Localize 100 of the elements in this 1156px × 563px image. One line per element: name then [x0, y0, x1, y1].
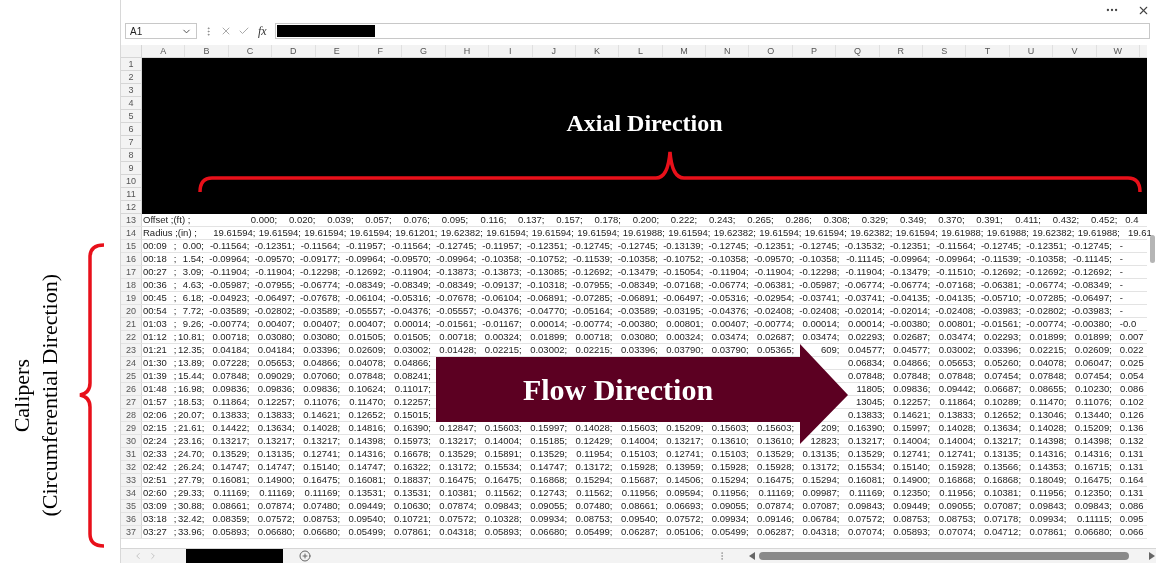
row-number[interactable]: 30 — [121, 435, 142, 447]
insert-function-button[interactable]: fx — [256, 22, 269, 40]
cell-value: 0.15928; — [710, 459, 749, 474]
column-header[interactable]: D — [272, 45, 316, 57]
column-header[interactable]: U — [1009, 45, 1054, 57]
row-number[interactable]: 32 — [121, 461, 142, 473]
formula-field[interactable] — [274, 23, 1150, 39]
cell-value: 0.07480; — [302, 498, 341, 513]
row-number[interactable]: 6 — [121, 123, 142, 136]
row-number[interactable]: 14 — [121, 227, 142, 239]
row-number[interactable]: 16 — [121, 253, 142, 265]
column-header[interactable]: O — [749, 45, 793, 57]
add-sheet-icon[interactable] — [299, 550, 311, 562]
column-header[interactable]: H — [445, 45, 490, 57]
cell-value: 0.126 — [1118, 407, 1144, 422]
cell-value: 19.61594; — [485, 225, 529, 240]
row-number[interactable]: 36 — [121, 513, 142, 525]
row-number[interactable]: 31 — [121, 448, 142, 460]
column-header[interactable]: V — [1053, 45, 1097, 57]
cancel-icon[interactable] — [220, 25, 232, 37]
position-value: 9.26; — [181, 316, 204, 331]
column-header[interactable]: K — [575, 45, 620, 57]
row-number[interactable]: 7 — [121, 136, 142, 149]
row-number[interactable]: 27 — [121, 396, 142, 408]
row-number[interactable]: 13 — [121, 214, 142, 226]
cell-value: 0.10289; — [983, 394, 1022, 409]
column-header[interactable]: C — [228, 45, 273, 57]
cell-value: 0.13529; — [529, 446, 568, 461]
cell-value: -0.12692; — [1025, 264, 1067, 279]
row-number[interactable]: 1 — [121, 58, 142, 71]
row-number[interactable]: 34 — [121, 487, 142, 499]
row-number[interactable]: 24 — [121, 357, 142, 369]
cell-value: 19.62382; — [712, 225, 756, 240]
row-number[interactable]: 28 — [121, 409, 142, 421]
enter-icon[interactable] — [238, 25, 250, 37]
column-header[interactable]: R — [879, 45, 924, 57]
column-header[interactable]: W — [1096, 45, 1140, 57]
cell-value: 19.61594; — [758, 225, 802, 240]
row-number[interactable]: 21 — [121, 318, 142, 330]
time-value: 00:54 — [142, 303, 168, 318]
column-header[interactable]: P — [792, 45, 837, 57]
column-header[interactable]: J — [532, 45, 576, 57]
scroll-left-icon[interactable] — [749, 552, 755, 560]
cell-value: 0.132 — [1118, 433, 1144, 448]
redacted-sheet-tab[interactable] — [186, 548, 283, 563]
column-header[interactable]: Q — [836, 45, 880, 57]
row-number[interactable]: 15 — [121, 240, 142, 252]
cell-value: 0.13531; — [347, 485, 386, 500]
row-number[interactable]: 33 — [121, 474, 142, 486]
row-number[interactable]: 10 — [121, 175, 142, 188]
row-number[interactable]: 12 — [121, 201, 142, 214]
cell-value: 19.61201; — [394, 225, 438, 240]
column-header[interactable]: M — [662, 45, 707, 57]
row-number[interactable]: 3 — [121, 84, 142, 97]
cell-value: 0.000; — [249, 212, 278, 227]
row-number[interactable]: 9 — [121, 162, 142, 175]
cell-value: 0.11076; — [302, 394, 341, 409]
cell-value: 0.16475; — [756, 472, 795, 487]
row-number[interactable]: 8 — [121, 149, 142, 162]
row-number[interactable]: 17 — [121, 266, 142, 278]
time-value: 00:45 — [142, 290, 168, 305]
position-value: 15.44; — [178, 368, 204, 383]
cell-value: 0.05499; — [347, 524, 386, 539]
column-header[interactable]: S — [923, 45, 967, 57]
row-number[interactable]: 20 — [121, 305, 142, 317]
cell-value: 0.06680; — [1073, 524, 1112, 539]
column-header[interactable]: F — [358, 45, 403, 57]
cell-value: -0.12745; — [707, 238, 749, 253]
row-number[interactable]: 25 — [121, 370, 142, 382]
row-number[interactable]: 26 — [121, 383, 142, 395]
scrollbar-thumb[interactable] — [759, 552, 1129, 560]
row-number[interactable]: 19 — [121, 292, 142, 304]
column-header[interactable]: L — [619, 45, 663, 57]
time-value: 01:12 — [142, 329, 168, 344]
row-number[interactable]: 29 — [121, 422, 142, 434]
name-box[interactable]: A1 — [125, 23, 197, 39]
cell-value: 0.178; — [593, 212, 621, 227]
column-header[interactable]: A — [142, 45, 186, 57]
row-number[interactable]: 4 — [121, 97, 142, 110]
row-number[interactable]: 5 — [121, 110, 142, 123]
row-number[interactable]: 2 — [121, 71, 142, 84]
column-header[interactable]: I — [489, 45, 533, 57]
column-header[interactable]: E — [315, 45, 359, 57]
cell-value: -0.04376; — [389, 303, 431, 318]
row-number[interactable]: 18 — [121, 279, 142, 291]
column-header[interactable]: T — [966, 45, 1010, 57]
cell-value: 0.16475; — [302, 472, 341, 487]
row-number[interactable]: 22 — [121, 331, 142, 343]
row-number[interactable]: 23 — [121, 344, 142, 356]
cell-value: 0.09934; — [529, 511, 568, 526]
row-number[interactable]: 35 — [121, 500, 142, 512]
separator: ; — [172, 446, 178, 461]
column-header[interactable]: G — [402, 45, 446, 57]
scrollbar-thumb[interactable] — [1149, 235, 1155, 263]
scroll-right-icon[interactable] — [1149, 552, 1155, 560]
cell-value: 0.15973; — [392, 433, 431, 448]
row-number[interactable]: 37 — [121, 526, 142, 538]
column-header[interactable]: N — [706, 45, 750, 57]
row-number[interactable]: 11 — [121, 188, 142, 201]
column-header[interactable]: B — [185, 45, 229, 57]
